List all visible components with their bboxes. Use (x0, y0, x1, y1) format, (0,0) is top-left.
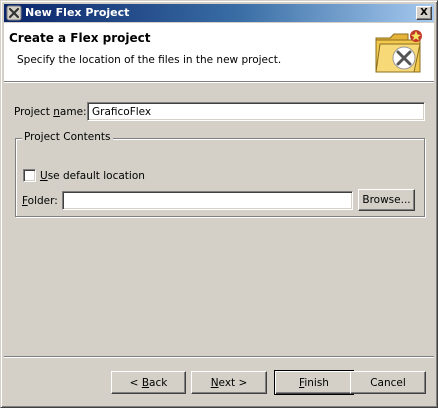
wizard-title: Create a Flex project (9, 31, 151, 45)
finish-button-label: Finish (299, 376, 329, 389)
cancel-button-label: Cancel (370, 376, 406, 389)
next-button-label: Next > (210, 376, 248, 389)
new-flex-project-dialog: New Flex Project X Create a Flex project… (0, 0, 438, 408)
title-bar[interactable]: New Flex Project X (4, 4, 434, 22)
flex-folder-wizard-icon (375, 30, 422, 73)
close-icon: X (420, 7, 428, 18)
footer-separator-highlight (4, 357, 434, 358)
cancel-button[interactable]: Cancel (350, 371, 426, 394)
project-name-label: Project name: (14, 106, 87, 118)
next-button[interactable]: Next > (191, 371, 267, 394)
banner-separator-highlight (4, 82, 434, 83)
browse-button[interactable]: Browse... (358, 189, 415, 211)
folder-field-frame (62, 191, 353, 210)
use-default-location-checkbox[interactable] (23, 169, 36, 182)
close-button[interactable]: X (416, 6, 432, 20)
wizard-banner: Create a Flex project Specify the locati… (4, 23, 434, 81)
browse-button-label: Browse... (362, 194, 411, 206)
use-default-location-label[interactable]: Use default location (40, 170, 145, 182)
back-button-label: < Back (129, 376, 168, 389)
back-button[interactable]: < Back (111, 371, 186, 394)
wizard-description: Specify the location of the files in the… (17, 54, 282, 66)
project-name-input[interactable] (90, 105, 422, 118)
window-title: New Flex Project (25, 6, 130, 19)
project-contents-legend: Project Contents (22, 131, 113, 143)
folder-input[interactable] (65, 194, 350, 207)
flex-logo-icon (6, 5, 22, 21)
project-name-field-frame (87, 102, 425, 121)
folder-label: Folder: (22, 195, 58, 207)
finish-button[interactable]: Finish (274, 370, 354, 395)
